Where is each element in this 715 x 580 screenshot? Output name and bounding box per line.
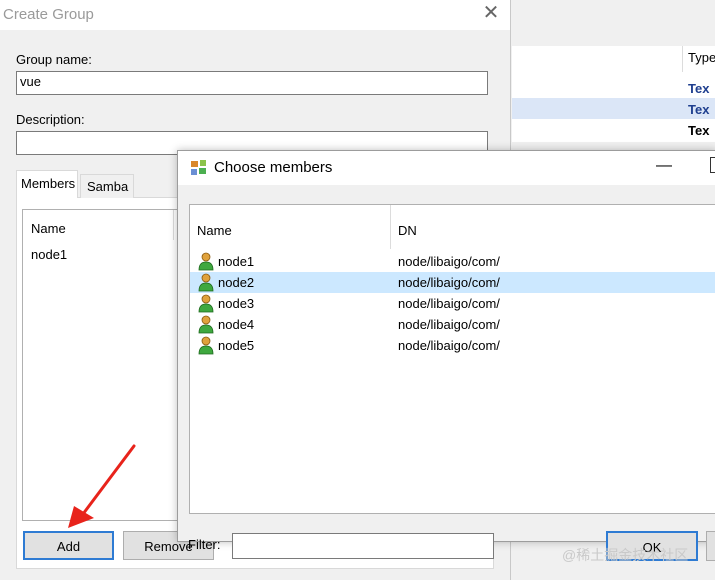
group-name-label: Group name: xyxy=(16,52,92,67)
column-header-name[interactable]: Name xyxy=(197,223,232,238)
table-row[interactable]: node5 node/libaigo/com/ xyxy=(190,335,715,356)
filter-input[interactable] xyxy=(232,533,494,559)
group-name-input[interactable]: vue xyxy=(16,71,488,95)
user-icon xyxy=(198,252,214,271)
table-row[interactable]: node1 node/libaigo/com/ xyxy=(190,251,715,272)
background-row: Tex xyxy=(688,123,710,138)
row-dn: node/libaigo/com/ xyxy=(398,254,500,269)
row-name: node1 xyxy=(218,254,255,269)
members-table[interactable]: Name DN node1 node/libaigo/com/ node2 no… xyxy=(189,204,715,514)
background-row: Tex xyxy=(688,81,710,96)
table-row[interactable]: node2 node/libaigo/com/ xyxy=(190,272,715,293)
background-row-selection xyxy=(512,98,715,119)
choose-members-dialog: Choose members — Name DN node1 node/liba… xyxy=(177,150,715,561)
annotation-arrow xyxy=(68,444,136,528)
description-label: Description: xyxy=(16,112,85,127)
filter-label: Filter: xyxy=(188,537,221,552)
background-row: Tex xyxy=(688,102,710,117)
choose-members-titlebar: Choose members — xyxy=(178,151,715,185)
row-name: node4 xyxy=(218,317,255,332)
create-group-title: Create Group xyxy=(3,6,94,23)
background-table: Type Tex Tex Tex xyxy=(512,46,715,142)
members-name-header[interactable]: Name xyxy=(31,221,66,236)
table-row[interactable]: node3 node/libaigo/com/ xyxy=(190,293,715,314)
row-name: node3 xyxy=(218,296,255,311)
table-row[interactable]: node4 node/libaigo/com/ xyxy=(190,314,715,335)
choose-members-title: Choose members xyxy=(214,159,333,176)
row-dn: node/libaigo/com/ xyxy=(398,317,500,332)
close-icon[interactable]: ✕ xyxy=(480,2,502,24)
row-dn: node/libaigo/com/ xyxy=(398,275,500,290)
cancel-button[interactable] xyxy=(706,531,715,561)
maximize-icon[interactable] xyxy=(710,157,715,173)
tab-members[interactable]: Members xyxy=(16,170,78,198)
row-dn: node/libaigo/com/ xyxy=(398,296,500,311)
row-dn: node/libaigo/com/ xyxy=(398,338,500,353)
row-name: node2 xyxy=(218,275,255,290)
user-icon xyxy=(198,273,214,292)
user-icon xyxy=(198,315,214,334)
column-header-dn[interactable]: DN xyxy=(398,223,417,238)
minimize-icon[interactable]: — xyxy=(654,157,674,177)
choose-members-body: Name DN node1 node/libaigo/com/ node2 no… xyxy=(178,185,715,561)
user-icon xyxy=(198,294,214,313)
watermark: @稀土掘金技术社区 xyxy=(562,547,689,563)
tab-samba[interactable]: Samba xyxy=(80,174,134,198)
app-icon xyxy=(191,160,206,175)
background-type-header: Type xyxy=(688,50,715,65)
user-icon xyxy=(198,336,214,355)
list-item[interactable]: node1 xyxy=(31,247,67,262)
row-name: node5 xyxy=(218,338,255,353)
